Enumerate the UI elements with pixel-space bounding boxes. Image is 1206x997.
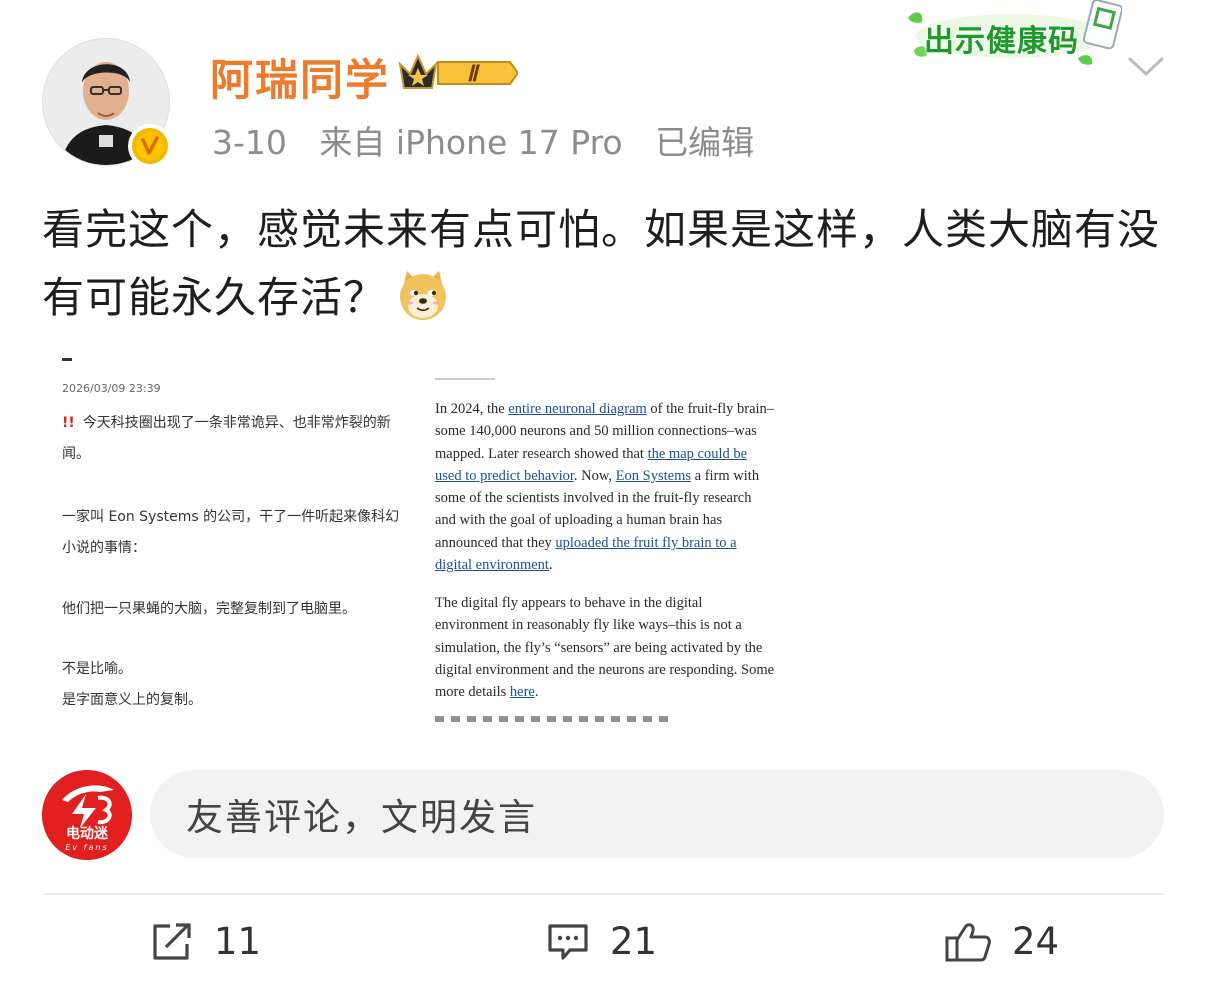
repost-button[interactable]: 11	[150, 920, 261, 963]
post-source: 来自 iPhone 17 Pro	[319, 123, 623, 162]
post-date: 3-10	[212, 123, 287, 162]
article-rule	[435, 378, 495, 380]
post-text-content: 看完这个，感觉未来有点可怕。如果是这样，人类大脑有没有可能永久存活？	[42, 205, 1161, 322]
verified-badge-icon	[128, 124, 172, 168]
post-meta: 3-10 来自 iPhone 17 Pro 已编辑	[212, 116, 776, 164]
comment-placeholder: 友善评论，文明发言	[186, 796, 537, 839]
article-paragraph-1: In 2024, the entire neuronal diagram of …	[435, 398, 775, 576]
repost-icon	[153, 922, 191, 960]
like-count: 24	[1012, 920, 1060, 963]
article-paragraph-2: The digital fly appears to behave in the…	[435, 592, 775, 703]
double-exclamation-icon: !!	[62, 415, 75, 431]
edited-label[interactable]: 已编辑	[655, 123, 754, 162]
post-text: 看完这个，感觉未来有点可怕。如果是这样，人类大脑有没有可能永久存活？	[42, 196, 1172, 332]
brand-name: 电动迷	[66, 825, 109, 842]
divider	[42, 893, 1164, 895]
comment-input[interactable]: 友善评论，文明发言	[150, 770, 1164, 858]
post-image-chinese-article[interactable]: 2026/03/09 23:39 !! 今天科技圈出现了一条非常诡异、也非常炸裂的…	[42, 352, 406, 728]
article-date: 2026/03/09 23:39	[62, 382, 161, 395]
article-cut-off-line	[435, 716, 675, 722]
username[interactable]: 阿瑞同学	[210, 46, 390, 108]
article-line-1: !! 今天科技圈出现了一条非常诡异、也非常炸裂的新闻。	[62, 408, 402, 470]
p1-text-c: . Now,	[573, 467, 616, 484]
article-line-4: 不是比喻。	[62, 661, 132, 677]
article-line-1-text: 今天科技圈出现了一条非常诡异、也非常炸裂的新闻。	[62, 415, 391, 462]
health-code-label: 出示健康码	[924, 24, 1079, 59]
p1-text-a: In 2024, the	[435, 401, 509, 417]
link-eon-systems[interactable]: Eon Systems	[616, 468, 691, 484]
link-neuronal-diagram[interactable]: entire neuronal diagram	[508, 401, 647, 417]
article-line-5: 是字面意义上的复制。	[62, 692, 202, 708]
article-line-2: 一家叫 Eon Systems 的公司，干了一件听起来像科幻小说的事情：	[62, 509, 400, 556]
comment-count: 21	[610, 920, 658, 963]
article-dash	[62, 358, 72, 361]
like-button[interactable]: 24	[944, 920, 1059, 963]
p2-text-a: The digital fly appears to behave in the…	[435, 595, 775, 701]
link-here[interactable]: here	[510, 684, 535, 700]
article-line-3: 他们把一只果蝇的大脑，完整复制到了电脑里。	[62, 601, 356, 617]
brand-logo-avatar[interactable]: 电动迷 Ev fans	[42, 770, 132, 860]
chevron-down-icon[interactable]	[1126, 52, 1166, 80]
comment-button[interactable]: 21	[546, 920, 657, 963]
repost-count: 11	[214, 920, 262, 963]
doge-icon	[396, 268, 450, 322]
post-image-english-article[interactable]: In 2024, the entire neuronal diagram of …	[415, 352, 785, 728]
p2-text-b: .	[534, 684, 539, 701]
p1-text-e: .	[548, 557, 553, 574]
thumbs-up-icon	[945, 922, 991, 961]
brand-subtitle: Ev fans	[65, 843, 108, 852]
comment-icon	[548, 923, 588, 960]
member-crown-icon[interactable]: Ⅱ	[398, 52, 520, 94]
